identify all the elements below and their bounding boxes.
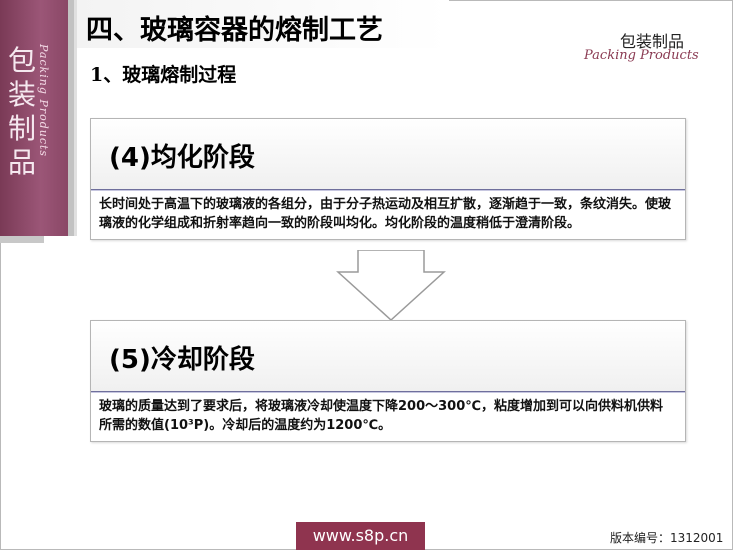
down-arrow-shape (336, 250, 446, 322)
stage-card-header: (4)均化阶段 (91, 119, 685, 190)
stage-title: (4)均化阶段 (109, 143, 255, 173)
stage-card-cooling: (5)冷却阶段 玻璃的质量达到了要求后，将玻璃液冷却使温度下降200～300℃，… (90, 320, 686, 442)
stage-description: 玻璃的质量达到了要求后，将玻璃液冷却使温度下降200～300℃，粘度增加到可以向… (91, 392, 685, 441)
side-brand-char: 装 (7, 78, 36, 111)
side-brand-char: 包 (7, 44, 36, 77)
stage-title: (5)冷却阶段 (109, 345, 255, 375)
version-number: 版本编号：1312001 (610, 531, 724, 545)
stage-description: 长时间处于高温下的玻璃液的各组分，由于分子热运动及相互扩散，逐渐趋于一致，条纹消… (91, 190, 685, 239)
side-brand-char: 品 (7, 146, 36, 179)
side-brand-script: Packing Products (37, 44, 50, 158)
side-band-shadow (0, 236, 44, 243)
side-brand-label: 包 装 制 品 (6, 44, 38, 180)
stage-card-header: (5)冷却阶段 (91, 321, 685, 392)
section-subtitle: 1、玻璃熔制过程 (90, 64, 237, 86)
footer-url-link[interactable]: www.s8p.cn (296, 522, 425, 550)
page-title: 四、玻璃容器的熔制工艺 (86, 15, 383, 46)
down-arrow-icon (336, 250, 446, 322)
logo-text-en: Packing Products (584, 48, 699, 63)
side-brand-char: 制 (7, 112, 36, 145)
stage-card-homogenization: (4)均化阶段 长时间处于高温下的玻璃液的各组分，由于分子热运动及相互扩散，逐渐… (90, 118, 686, 240)
